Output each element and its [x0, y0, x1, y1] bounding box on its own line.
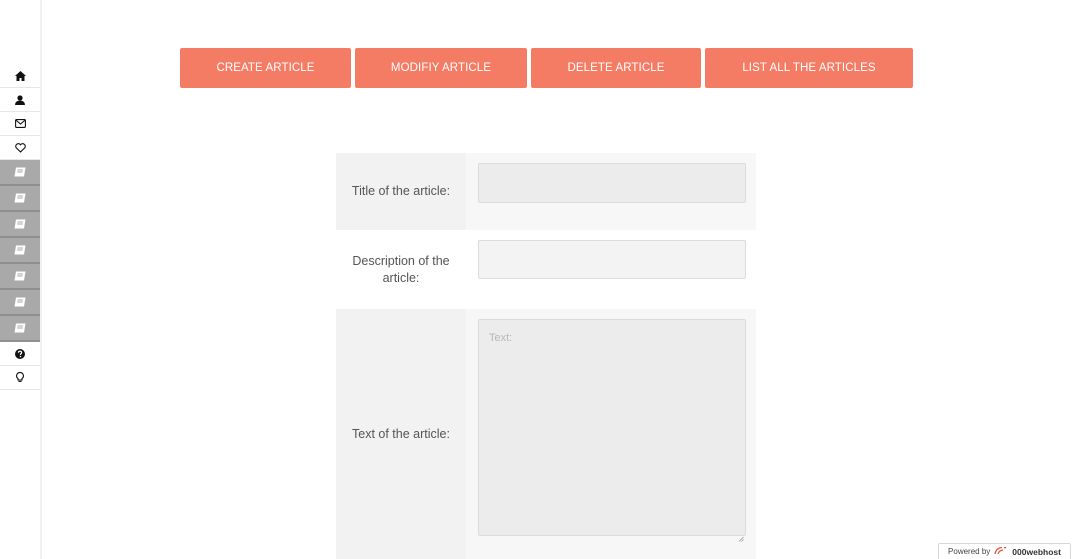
- text-cell: [466, 309, 756, 559]
- sidebar: [0, 0, 42, 559]
- article-icon: [14, 219, 26, 229]
- text-row: Text of the article:: [336, 309, 756, 559]
- sidebar-item-article-6[interactable]: [0, 290, 40, 316]
- list-articles-button[interactable]: LIST ALL THE ARTICLES: [705, 48, 913, 88]
- description-cell: [466, 230, 756, 309]
- powered-by-badge[interactable]: Powered by 000webhost: [938, 543, 1071, 559]
- sidebar-item-messages[interactable]: [0, 112, 40, 136]
- heart-icon: [14, 142, 26, 153]
- text-textarea[interactable]: [478, 319, 746, 536]
- delete-article-button[interactable]: DELETE ARTICLE: [531, 48, 701, 88]
- lightbulb-icon: [16, 372, 24, 383]
- sidebar-item-article-2[interactable]: [0, 186, 40, 212]
- article-icon: [14, 167, 26, 177]
- webhost-logo-icon: [994, 546, 1008, 557]
- envelope-icon: [14, 119, 26, 128]
- title-row: Title of the article:: [336, 153, 756, 230]
- description-input[interactable]: [478, 240, 746, 279]
- webhost-brand: 000webhost: [1012, 546, 1061, 557]
- sidebar-item-help[interactable]: [0, 342, 40, 366]
- article-icon: [14, 193, 26, 203]
- create-article-button[interactable]: CREATE ARTICLE: [180, 48, 351, 88]
- title-cell: [466, 153, 756, 230]
- sidebar-list: [0, 64, 40, 390]
- text-label: Text of the article:: [336, 309, 466, 559]
- title-label: Title of the article:: [336, 153, 466, 230]
- sidebar-item-ideas[interactable]: [0, 366, 40, 390]
- sidebar-item-article-1[interactable]: [0, 160, 40, 186]
- sidebar-item-article-4[interactable]: [0, 238, 40, 264]
- article-icon: [14, 245, 26, 255]
- powered-by-text: Powered by: [948, 547, 991, 556]
- user-icon: [15, 94, 25, 105]
- description-row: Description of the article:: [336, 230, 756, 309]
- resize-grip-icon[interactable]: [738, 529, 744, 547]
- modify-article-button[interactable]: MODIFIY ARTICLE: [355, 48, 527, 88]
- article-icon: [14, 323, 26, 333]
- sidebar-item-favorites[interactable]: [0, 136, 40, 160]
- title-input[interactable]: [478, 163, 746, 203]
- sidebar-item-user[interactable]: [0, 88, 40, 112]
- sidebar-item-article-7[interactable]: [0, 316, 40, 342]
- page: CREATE ARTICLE MODIFIY ARTICLE DELETE AR…: [0, 0, 1075, 559]
- sidebar-item-article-5[interactable]: [0, 264, 40, 290]
- article-actions: CREATE ARTICLE MODIFIY ARTICLE DELETE AR…: [180, 48, 913, 88]
- article-icon: [14, 297, 26, 307]
- sidebar-item-home[interactable]: [0, 64, 40, 88]
- article-form: Title of the article: Description of the…: [336, 153, 756, 559]
- description-label: Description of the article:: [336, 230, 466, 309]
- article-icon: [14, 271, 26, 281]
- home-icon: [14, 70, 26, 81]
- question-icon: [15, 348, 25, 359]
- sidebar-item-article-3[interactable]: [0, 212, 40, 238]
